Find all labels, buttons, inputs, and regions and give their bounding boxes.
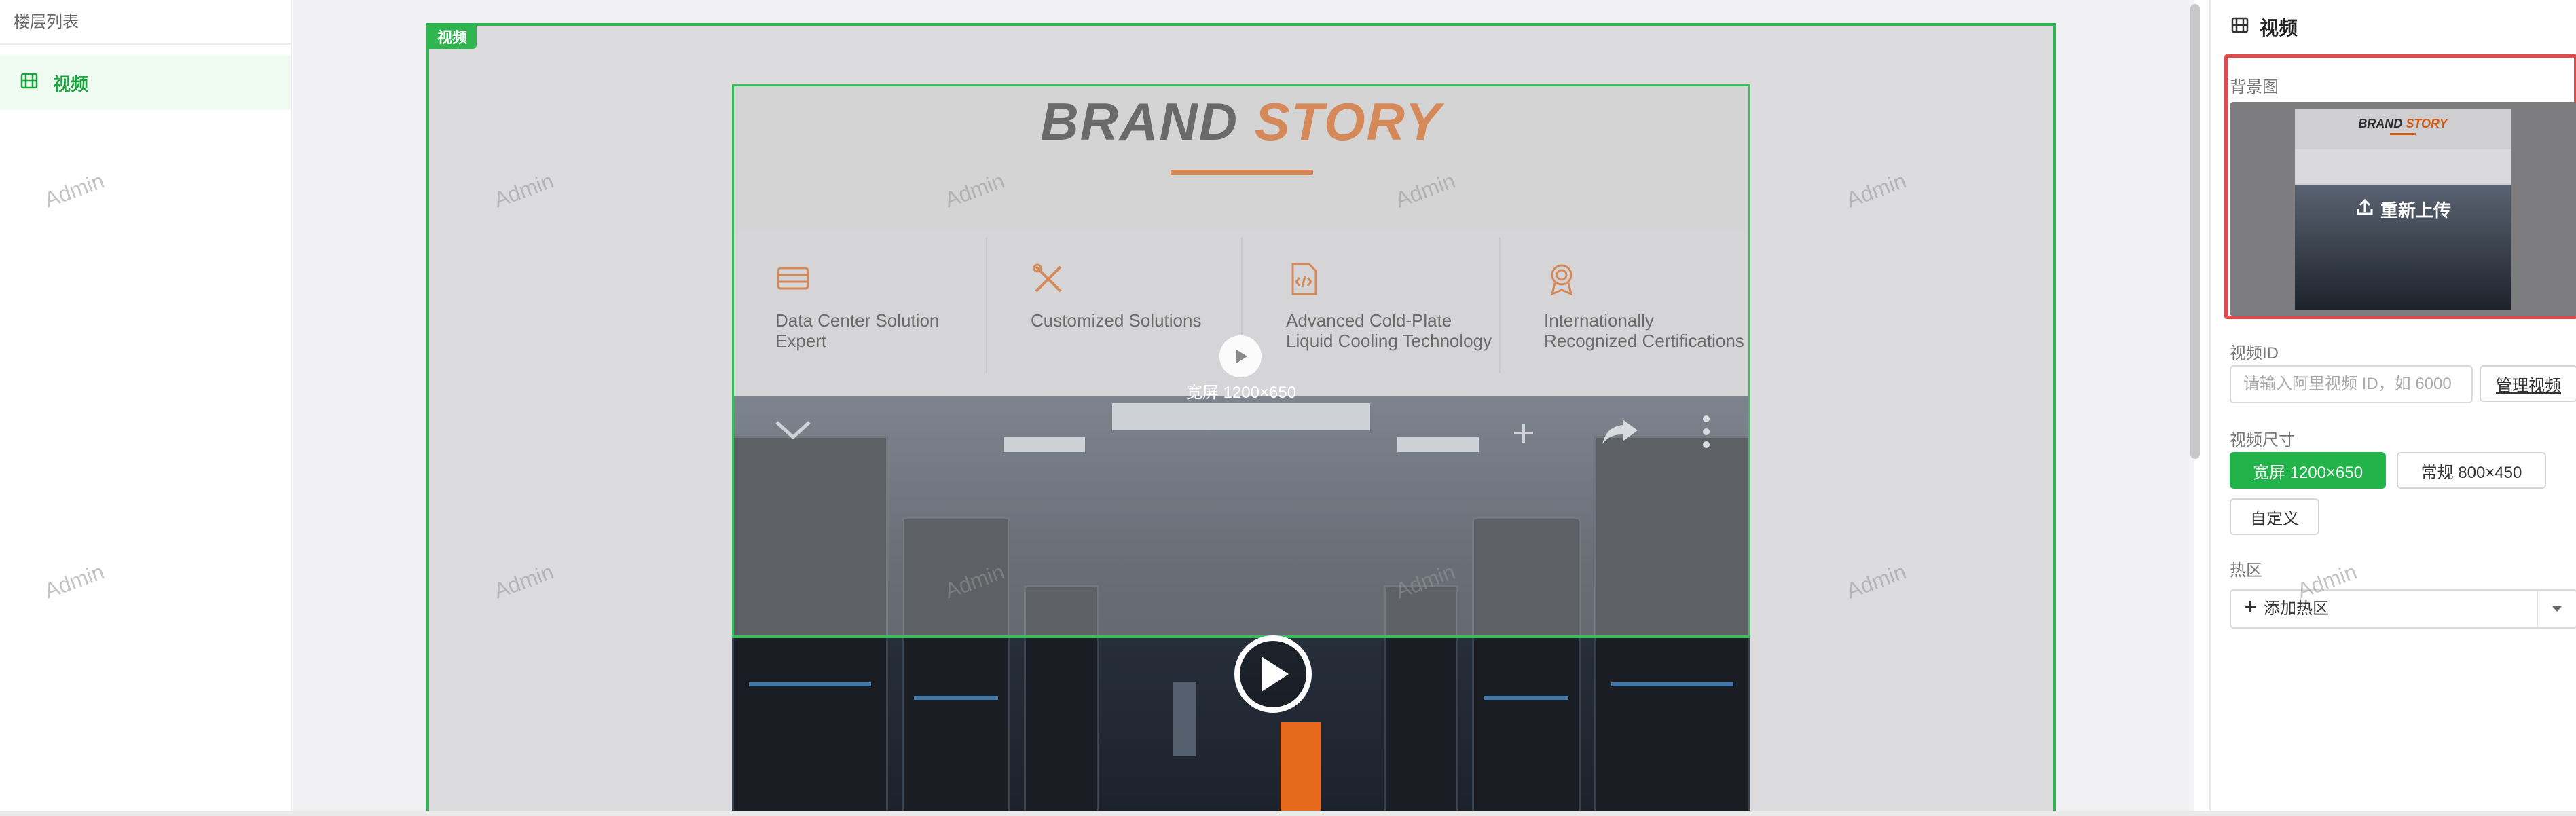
film-icon xyxy=(2231,16,2249,39)
reupload-button[interactable]: 重新上传 xyxy=(2230,197,2576,222)
properties-panel: 视频 背景图 BRAND STORY 重新上传 视频ID 请输入阿里视频 ID，… xyxy=(2209,0,2576,816)
rack-leds xyxy=(749,682,871,686)
chevron-down-icon[interactable] xyxy=(773,417,813,445)
size-option-standard[interactable]: 常规 800×450 xyxy=(2397,452,2546,489)
background-thumbnail[interactable]: BRAND STORY 重新上传 xyxy=(2230,102,2576,316)
overlay-divider xyxy=(732,635,1750,637)
thumbnail-brand-title: BRAND STORY xyxy=(2295,117,2511,131)
background-label: 背景图 xyxy=(2230,78,2279,96)
panel-title: 视频 xyxy=(2231,14,2298,41)
horizontal-scrollbar[interactable] xyxy=(0,811,2576,816)
module-tag: 视频 xyxy=(428,24,477,49)
size-badge: 宽屏 1200×650 xyxy=(1185,384,1297,402)
layer-panel: 楼层列表 视频 xyxy=(0,0,292,816)
worker-figure xyxy=(1281,722,1321,816)
share-icon[interactable] xyxy=(1601,417,1639,450)
panel-title-text: 视频 xyxy=(2260,18,2298,39)
video-id-label: 视频ID xyxy=(2230,344,2279,363)
layer-panel-title: 楼层列表 xyxy=(0,0,291,45)
rack-leds xyxy=(1484,696,1568,700)
add-hotspot-label: 添加热区 xyxy=(2264,599,2329,618)
manage-video-button[interactable]: 管理视频 xyxy=(2480,365,2576,402)
worker-figure xyxy=(1173,682,1196,756)
size-option-widescreen[interactable]: 宽屏 1200×650 xyxy=(2230,452,2386,489)
hotspot-label: 热区 xyxy=(2230,561,2262,580)
upload-icon xyxy=(2356,198,2374,221)
thumbnail-feature-strip xyxy=(2295,149,2511,183)
film-icon xyxy=(20,72,38,94)
thumbnail-brand-word2: STORY xyxy=(2406,117,2448,130)
rack-leds xyxy=(914,696,998,700)
play-icon[interactable] xyxy=(1219,335,1262,377)
thumbnail-brand-word1: BRAND xyxy=(2358,117,2403,130)
video-play-icon[interactable] xyxy=(1234,635,1312,713)
video-id-input[interactable]: 请输入阿里视频 ID，如 6000 xyxy=(2230,365,2473,403)
canvas-scrollbar[interactable] xyxy=(2190,4,2200,459)
caret-down-icon[interactable] xyxy=(2537,591,2576,627)
plus-icon xyxy=(2243,591,2257,627)
reupload-label: 重新上传 xyxy=(2380,200,2451,221)
video-size-label: 视频尺寸 xyxy=(2230,431,2295,449)
add-hotspot-select[interactable]: 添加热区 xyxy=(2230,589,2576,629)
rack-leds xyxy=(1611,682,1733,686)
add-hotspot-button[interactable]: 添加热区 xyxy=(2243,591,2329,627)
size-option-custom[interactable]: 自定义 xyxy=(2230,498,2319,535)
more-icon[interactable] xyxy=(1701,414,1711,453)
thumbnail-underline xyxy=(2390,133,2416,135)
add-icon[interactable] xyxy=(1511,421,1536,449)
layer-item-label: 视频 xyxy=(53,73,89,94)
layer-item-video[interactable]: 视频 xyxy=(0,56,291,110)
